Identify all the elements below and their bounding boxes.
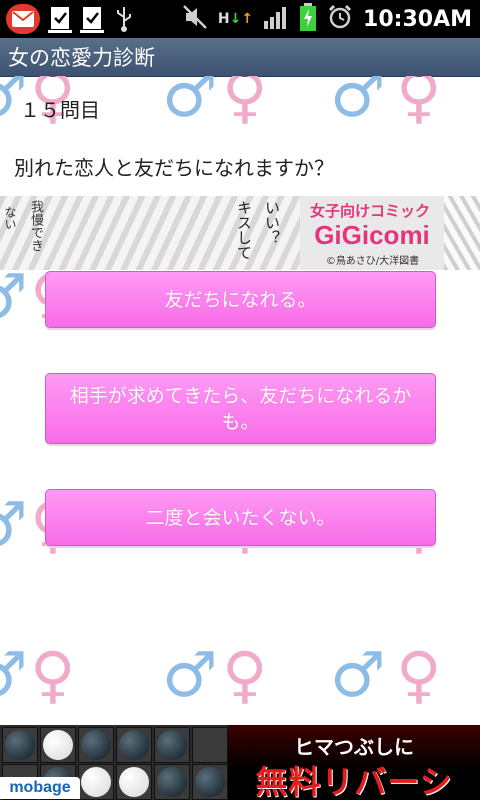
board-cell [116, 727, 152, 763]
answer-button-1[interactable]: 友だちになれる。 [45, 271, 436, 328]
answer-label-2: 相手が求めてきたら、友だちになれるかも。 [69, 384, 412, 433]
answer-button-3[interactable]: 二度と会いたくない。 [45, 489, 436, 546]
male-symbol-icon: ♂ [0, 266, 28, 328]
comic-banner-ad[interactable]: ない 我慢でき キスして いい？ 女子向けコミック GiGicomi ©鳥あさひ… [0, 196, 480, 270]
board-cell [192, 727, 228, 763]
female-symbol-icon: ♀ [396, 76, 442, 131]
gmail-notification-icon[interactable] [6, 4, 40, 34]
reversi-ad-banner[interactable]: mobage ヒマつぶしに 無料リバーシ [0, 725, 480, 800]
battery-charging-icon [299, 3, 317, 35]
download-complete-icon-2[interactable] [80, 5, 104, 33]
mute-icon [182, 4, 208, 34]
alarm-clock-icon [327, 4, 353, 34]
female-symbol-icon: ♀ [30, 638, 76, 711]
black-stone [157, 767, 187, 797]
male-symbol-icon: ♂ [162, 638, 218, 711]
male-symbol-icon: ♂ [330, 76, 386, 131]
banner-speech-2: いい？ [263, 200, 281, 245]
signal-strength-icon [263, 5, 289, 33]
board-cell [192, 764, 228, 800]
app-title: 女の恋愛力診断 [8, 46, 155, 70]
board-cell [78, 727, 114, 763]
question-number: １５問目 [20, 98, 100, 122]
status-clock: 10:30AM [363, 6, 472, 32]
board-cell [40, 727, 76, 763]
board-cell [78, 764, 114, 800]
banner-logo: GiGicomi [314, 220, 430, 250]
ad-headline: ヒマつぶしに [294, 735, 414, 759]
male-symbol-icon: ♂ [0, 494, 28, 556]
board-cell [116, 764, 152, 800]
male-symbol-icon: ♂ [0, 644, 28, 706]
answer-label-1: 友だちになれる。 [164, 288, 317, 311]
banner-credit: ©鳥あさひ/大洋図書 [325, 256, 420, 267]
male-symbol-icon: ♂ [162, 76, 218, 131]
banner-tagline: 女子向けコミック [309, 202, 430, 220]
download-complete-icon[interactable] [48, 5, 72, 33]
network-type-label: H [217, 11, 230, 27]
white-stone [43, 730, 73, 760]
black-stone [157, 730, 187, 760]
banner-character-illustration [444, 196, 480, 270]
black-stone [81, 730, 111, 760]
board-cell [154, 764, 190, 800]
male-symbol-icon: ♂ [330, 638, 386, 711]
female-symbol-icon: ♀ [222, 76, 268, 131]
female-symbol-icon: ♀ [222, 638, 268, 711]
banner-illustration [0, 196, 300, 270]
black-stone [5, 730, 35, 760]
usb-icon[interactable] [112, 5, 136, 33]
banner-speech-4: ない [3, 206, 17, 230]
network-type-icon: H↓↑ [217, 11, 254, 27]
banner-speech-1: キスして [235, 200, 253, 260]
banner-speech-3: 我慢でき [28, 200, 43, 252]
reversi-board-image: mobage [0, 725, 228, 800]
black-stone [119, 730, 149, 760]
female-symbol-icon: ♀ [396, 638, 442, 711]
white-stone [81, 767, 111, 797]
mobage-logo: mobage [0, 777, 80, 799]
answer-label-3: 二度と会いたくない。 [145, 506, 336, 529]
ad-text-panel: ヒマつぶしに 無料リバーシ [228, 725, 480, 800]
board-cell [154, 727, 190, 763]
title-bar: 女の恋愛力診断 [0, 38, 480, 77]
question-text: 別れた恋人と友だちになれますか？ [14, 156, 334, 180]
board-cell [2, 727, 38, 763]
black-stone [195, 767, 225, 797]
answer-button-2[interactable]: 相手が求めてきたら、友だちになれるかも。 [45, 373, 436, 444]
white-stone [119, 767, 149, 797]
ad-title: 無料リバーシ [255, 763, 453, 800]
status-bar: H↓↑ 10:30AM [0, 0, 480, 38]
